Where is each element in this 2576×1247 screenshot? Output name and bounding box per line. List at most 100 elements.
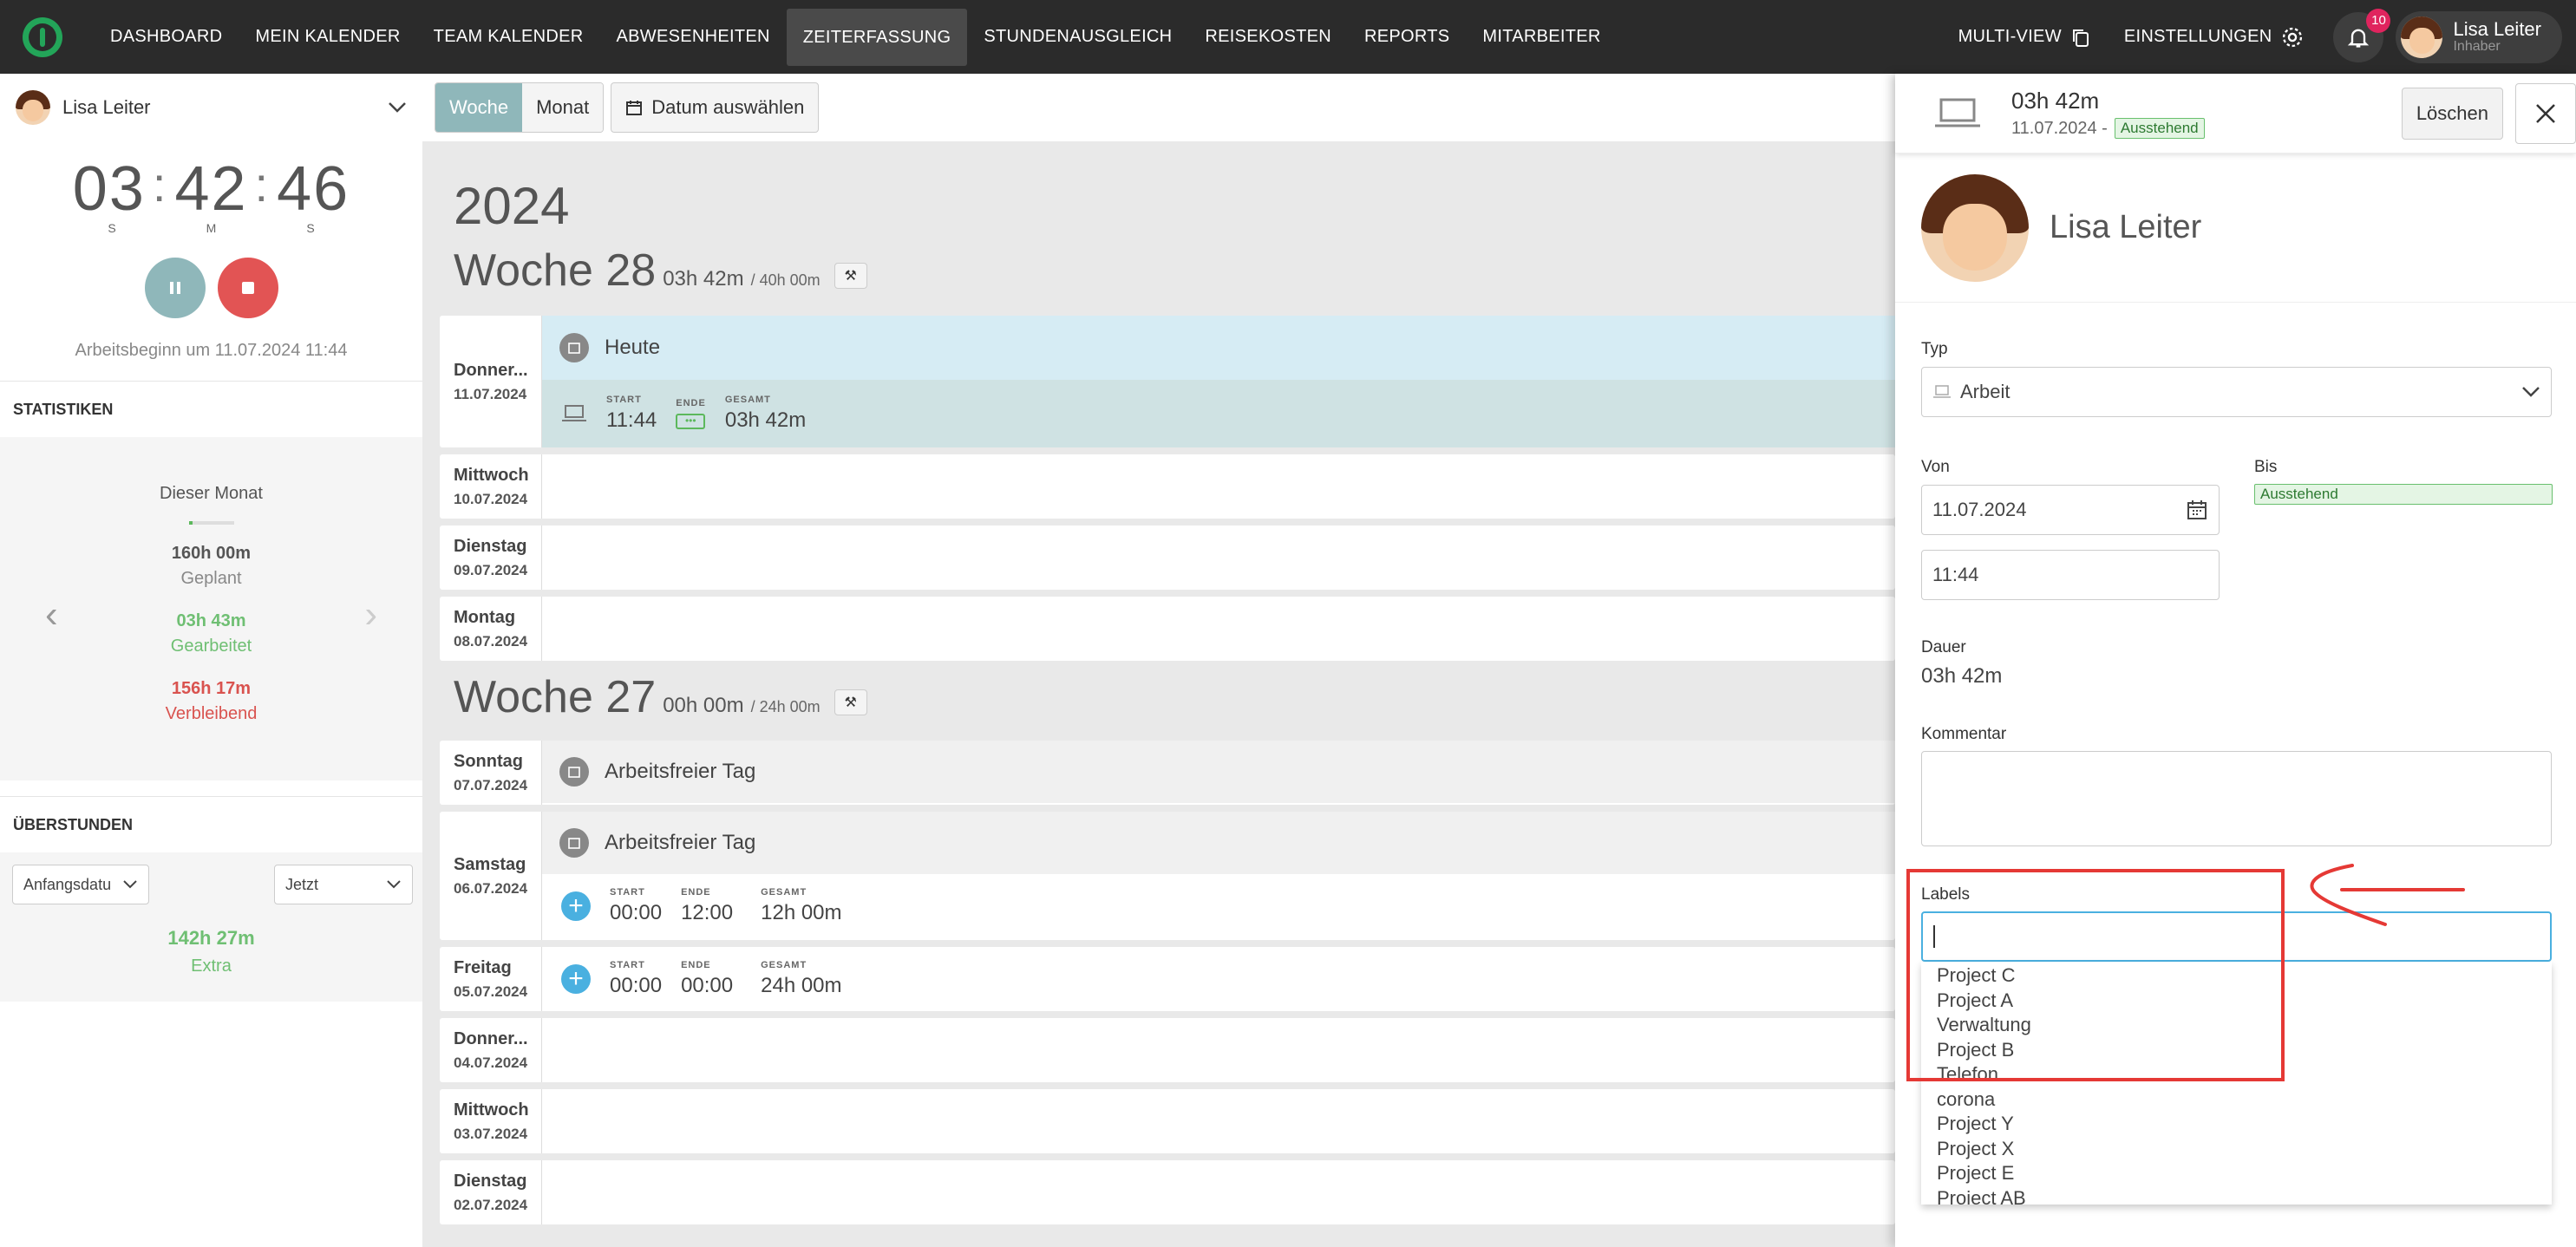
day-date: 03.07.2024 — [454, 1125, 528, 1142]
day-date: 02.07.2024 — [454, 1196, 528, 1213]
calendar-icon — [2187, 500, 2207, 519]
label-option[interactable]: Verwaltung — [1937, 1013, 2552, 1038]
panel-user: Lisa Leiter — [1895, 153, 2576, 303]
label-option[interactable]: Project B — [1937, 1038, 2552, 1063]
nav-reports[interactable]: Reports — [1348, 0, 1466, 74]
day-date: 07.07.2024 — [454, 776, 528, 793]
start-label: START — [610, 960, 645, 970]
left-sidebar: Lisa Leiter 03:42:46 S M S Arbeitsbeginn… — [0, 74, 422, 1247]
type-value: Arbeit — [1960, 381, 2010, 402]
user-selector[interactable]: Lisa Leiter — [0, 74, 422, 141]
end-label: ENDE — [681, 960, 711, 970]
nav-dashboard[interactable]: Dashboard — [94, 0, 239, 74]
avatar — [2401, 16, 2443, 58]
view-toggle: Woche Monat — [435, 82, 605, 133]
day-row[interactable]: Donner... 04.07.2024 — [440, 1018, 1895, 1082]
chevron-down-icon — [2522, 387, 2540, 397]
labels-label: Labels — [1921, 885, 1970, 904]
nav-abwesenheiten[interactable]: Abwesenheiten — [600, 0, 787, 74]
overtime-label: Extra — [191, 956, 232, 976]
magic-wand-button[interactable]: ⚒ — [834, 263, 867, 289]
nav-zeiterfassung[interactable]: Zeiterfassung — [786, 8, 968, 66]
calendar-icon — [626, 101, 643, 115]
delete-button[interactable]: Löschen — [2401, 87, 2503, 140]
from-time-input[interactable]: 11:44 — [1921, 550, 2220, 600]
overtime-from-value: Anfangsdatu — [23, 875, 112, 893]
close-button[interactable] — [2515, 82, 2576, 144]
day-date: 09.07.2024 — [454, 561, 528, 578]
date-picker-button[interactable]: Datum auswählen — [611, 82, 820, 133]
day-row[interactable]: Montag 08.07.2024 — [440, 597, 1895, 661]
nav-reisekosten[interactable]: Reisekosten — [1188, 0, 1348, 74]
planned-value: 160h 00m — [171, 544, 252, 563]
worked-label: Gearbeitet — [170, 637, 252, 656]
work-start-info: Arbeitsbeginn um 11.07.2024 11:44 — [75, 341, 348, 360]
user-name: Lisa Leiter — [2453, 17, 2541, 40]
type-select[interactable]: Arbeit — [1921, 367, 2552, 417]
day-row[interactable]: Dienstag 09.07.2024 — [440, 526, 1895, 590]
time-entry[interactable]: + START 00:00 ENDE 00:00 GESAMT 24h 00m — [542, 947, 1895, 1011]
label-option[interactable]: Project X — [1937, 1137, 2552, 1162]
end-value: 12:00 — [681, 901, 734, 924]
duration-label: Dauer — [1921, 638, 1966, 656]
laptop-icon — [1933, 385, 1951, 398]
panel-header: 03h 42m 11.07.2024 - Ausstehend Löschen — [1895, 74, 2576, 153]
date-picker-label: Datum auswählen — [651, 96, 805, 118]
notifications-button[interactable]: 10 — [2333, 8, 2391, 62]
nav-stundenausgleich[interactable]: Stundenausgleich — [967, 0, 1188, 74]
selected-user-name: Lisa Leiter — [62, 96, 151, 118]
day-row[interactable]: Samstag 06.07.2024 Arbeitsfreier Tag + ST… — [440, 812, 1895, 940]
label-option[interactable]: Project Y — [1937, 1112, 2552, 1137]
multi-view-button[interactable]: Multi-View — [1942, 0, 2108, 74]
day-row[interactable]: Mittwoch 10.07.2024 — [440, 454, 1895, 519]
day-name: Montag — [454, 607, 516, 627]
week-heading: Woche 27 00h 00m / 24h 00m ⚒ — [454, 671, 1895, 723]
timer-minutes: 42 — [174, 154, 248, 224]
statistics-panel: ‹ › Dieser Monat 160h 00m Geplant 03h 43… — [0, 437, 422, 780]
chevron-right-icon[interactable]: › — [364, 593, 377, 637]
chevron-down-icon — [387, 880, 401, 889]
user-role: Inhaber — [2453, 38, 2501, 54]
planned-label: Geplant — [180, 569, 242, 588]
label-option[interactable]: Project E — [1937, 1161, 2552, 1186]
overtime-from-select[interactable]: Anfangsdatu — [12, 865, 149, 904]
entry-detail-panel: 03h 42m 11.07.2024 - Ausstehend Löschen L… — [1895, 74, 2576, 1247]
pause-button[interactable] — [144, 258, 206, 318]
app-logo-icon[interactable] — [23, 16, 62, 57]
label-option[interactable]: Project A — [1937, 989, 2552, 1014]
view-week-button[interactable]: Woche — [435, 83, 523, 132]
stop-button[interactable] — [217, 258, 278, 318]
view-month-button[interactable]: Monat — [522, 83, 604, 132]
week-title: Woche 28 — [454, 245, 657, 296]
label-option[interactable]: Telefon — [1937, 1062, 2552, 1087]
year-heading: 2024 — [454, 177, 570, 235]
settings-button[interactable]: Einstellungen — [2108, 0, 2322, 74]
time-entry[interactable]: + START 00:00 ENDE 12:00 GESAMT 12h 00m — [542, 874, 1895, 938]
day-row[interactable]: Mittwoch 03.07.2024 — [440, 1089, 1895, 1153]
from-date-input[interactable]: 11.07.2024 — [1921, 485, 2220, 535]
time-entry[interactable]: START 11:44 ENDE ••• GESAMT 03h 42m — [542, 380, 1895, 447]
label-option[interactable]: Project C — [1937, 963, 2552, 989]
day-row[interactable]: Dienstag 02.07.2024 — [440, 1160, 1895, 1224]
non-working-day-event: Arbeitsfreier Tag — [542, 741, 1895, 803]
chevron-left-icon[interactable]: ‹ — [45, 593, 58, 637]
nav-mein-kalender[interactable]: Mein Kalender — [239, 0, 416, 74]
day-row[interactable]: Freitag 05.07.2024 + START 00:00 ENDE 00:00… — [440, 947, 1895, 1011]
user-menu[interactable]: Lisa Leiter Inhaber — [2396, 10, 2562, 63]
nav-team-kalender[interactable]: Team Kalender — [417, 0, 600, 74]
day-date: 08.07.2024 — [454, 632, 528, 650]
non-working-day-event: Arbeitsfreier Tag — [542, 812, 1895, 874]
nav-mitarbeiter[interactable]: Mitarbeiter — [1466, 0, 1617, 74]
today-event: Heute — [542, 316, 1895, 380]
overtime-to-select[interactable]: Jetzt — [274, 865, 413, 904]
magic-wand-button[interactable]: ⚒ — [834, 689, 867, 715]
day-row[interactable]: Donner... 11.07.2024 Heute START 11:44 END… — [440, 316, 1895, 447]
entry-date: 11.07.2024 - — [2011, 118, 2108, 138]
start-label: START — [606, 395, 642, 405]
label-option[interactable]: corona — [1937, 1087, 2552, 1113]
day-row[interactable]: Sonntag 07.07.2024 Arbeitsfreier Tag — [440, 741, 1895, 805]
day-name: Dienstag — [454, 536, 527, 556]
total-value: 03h 42m — [724, 408, 807, 432]
comment-textarea[interactable] — [1921, 751, 2552, 846]
label-option[interactable]: Project AB — [1937, 1186, 2552, 1205]
